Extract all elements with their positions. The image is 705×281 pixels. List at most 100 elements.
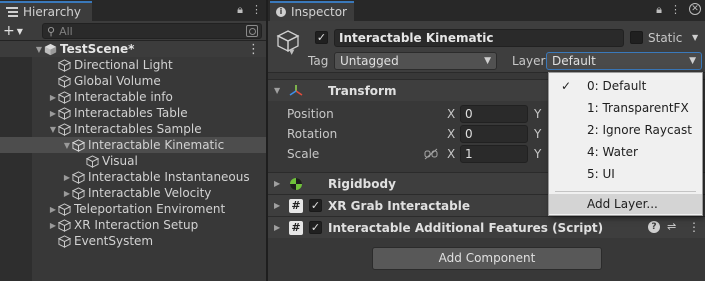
expand-arrow-icon[interactable]: ▼: [48, 125, 58, 134]
help-icon[interactable]: ?: [648, 221, 660, 233]
axis-y-label: Y: [534, 107, 542, 121]
hierarchy-tree: ▼ TestScene* ⋮ Directional Light Global …: [0, 41, 266, 249]
list-item[interactable]: Visual: [0, 153, 266, 169]
search-input[interactable]: ⚲ All: [42, 23, 262, 39]
chevron-down-icon: ▼: [484, 56, 491, 66]
create-button[interactable]: + ▼: [3, 23, 23, 39]
collapse-arrow-icon[interactable]: ▼: [274, 86, 280, 95]
active-checkbox[interactable]: ✓: [315, 31, 328, 44]
chevron-down-icon[interactable]: ▼: [289, 48, 294, 56]
hierarchy-list-icon: [6, 7, 18, 17]
layer-option-ignore-raycast[interactable]: 2: Ignore Raycast: [549, 120, 702, 140]
chevron-down-icon: ▼: [689, 56, 696, 66]
scene-kebab-icon[interactable]: ⋮: [247, 42, 260, 57]
gameobject-cube-icon: [86, 154, 99, 168]
chevron-down-icon: ▼: [16, 26, 23, 36]
search-by-type-icon[interactable]: [246, 25, 258, 37]
item-label: Global Volume: [74, 74, 161, 88]
expand-arrow-icon[interactable]: ▼: [62, 141, 72, 150]
list-item[interactable]: ▶ XR Interaction Setup: [0, 217, 266, 233]
close-icon[interactable]: ✕: [689, 3, 701, 15]
list-item[interactable]: ▼ Interactables Sample: [0, 121, 266, 137]
layer-option-ui[interactable]: 5: UI: [549, 164, 702, 184]
expand-arrow-icon[interactable]: ▶: [48, 109, 58, 118]
expand-arrow-icon[interactable]: ▶: [62, 189, 72, 198]
additional-features-header[interactable]: ▶ # ✓ Interactable Additional Features (…: [268, 216, 705, 238]
hierarchy-tab-label: Hierarchy: [23, 5, 82, 19]
unity-scene-icon: [44, 43, 57, 55]
add-layer-option[interactable]: Add Layer...: [549, 194, 702, 214]
plus-icon: +: [3, 23, 15, 39]
lock-icon[interactable]: 🔒︎: [237, 3, 243, 17]
gameobject-cube-icon: [72, 138, 85, 152]
layer-value: Default: [552, 54, 596, 68]
axis-x-label: X: [447, 107, 456, 121]
expand-arrow-icon[interactable]: ▶: [62, 173, 72, 182]
kebab-menu-icon[interactable]: ⋮: [688, 220, 700, 234]
position-x-field[interactable]: 0: [460, 105, 528, 123]
inspector-tab[interactable]: i Inspector: [270, 1, 354, 21]
expand-arrow-icon[interactable]: ▶: [274, 179, 280, 188]
layer-dropdown[interactable]: Default ▼: [546, 52, 702, 70]
static-checkbox[interactable]: [630, 31, 643, 44]
list-item-selected[interactable]: ▼ Interactable Kinematic: [0, 137, 266, 153]
layer-option-transparentfx[interactable]: 1: TransparentFX: [549, 98, 702, 118]
item-label: Interactables Sample: [74, 122, 202, 136]
expand-arrow-icon[interactable]: ▶: [48, 221, 58, 230]
transform-title: Transform: [328, 83, 397, 98]
static-dropdown-icon[interactable]: ▼: [692, 33, 698, 42]
item-label: EventSystem: [74, 234, 154, 248]
expand-arrow-icon[interactable]: ▶: [48, 93, 58, 102]
list-item[interactable]: EventSystem: [0, 233, 266, 249]
add-component-button[interactable]: Add Component: [372, 247, 602, 270]
gameobject-cube-icon: [58, 106, 71, 120]
hierarchy-tab-controls: 🔒︎ ⋮: [237, 3, 262, 17]
expand-arrow-icon[interactable]: ▶: [48, 205, 58, 214]
item-label: XR Interaction Setup: [74, 218, 199, 232]
component-enabled-checkbox[interactable]: ✓: [309, 199, 322, 212]
additional-features-title: Interactable Additional Features (Script…: [328, 220, 604, 235]
kebab-menu-icon[interactable]: ⋮: [251, 3, 262, 17]
transform-axes-icon: [289, 85, 303, 96]
list-item[interactable]: Global Volume: [0, 73, 266, 89]
item-label: Interactable Instantaneous: [88, 170, 250, 184]
kebab-menu-icon[interactable]: ⋮: [670, 3, 681, 17]
lock-icon[interactable]: 🔒︎: [656, 3, 662, 17]
layer-option-label: 5: UI: [587, 167, 615, 181]
list-item[interactable]: ▶ Interactable Instantaneous: [0, 169, 266, 185]
tag-dropdown[interactable]: Untagged ▼: [334, 52, 497, 70]
gameobject-cube-icon: [72, 170, 85, 184]
axis-x-label: X: [447, 147, 456, 161]
component-enabled-checkbox[interactable]: ✓: [309, 221, 322, 234]
inspector-tab-controls: 🔒︎ ⋮ ✕: [656, 3, 701, 17]
list-item[interactable]: ▶ Interactables Table: [0, 105, 266, 121]
list-item[interactable]: ▶ Teleportation Enviroment: [0, 201, 266, 217]
scene-row[interactable]: ▼ TestScene* ⋮: [0, 41, 266, 57]
tag-label: Tag: [308, 54, 329, 68]
list-item[interactable]: ▶ Interactable Velocity: [0, 185, 266, 201]
scale-x-field[interactable]: 1: [460, 145, 528, 163]
gameobject-cube-icon: [58, 202, 71, 216]
presets-icon[interactable]: ⇌: [667, 220, 676, 233]
constrain-proportions-icon[interactable]: [424, 148, 438, 160]
object-name-input[interactable]: Interactable Kinematic: [334, 29, 624, 47]
item-label: Interactable Kinematic: [88, 138, 225, 152]
list-item[interactable]: ▶ Interactable info: [0, 89, 266, 105]
gameobject-cube-icon: [58, 74, 71, 88]
gameobject-cube-icon: [58, 90, 71, 104]
expand-arrow-icon[interactable]: ▼: [34, 45, 44, 54]
list-item[interactable]: Directional Light: [0, 57, 266, 73]
rotation-x-field[interactable]: 0: [460, 125, 528, 143]
gameobject-large-icon: [276, 30, 300, 53]
hierarchy-toolbar: + ▼ ⚲ All: [0, 21, 266, 41]
xr-grab-title: XR Grab Interactable: [328, 198, 470, 213]
hierarchy-tab[interactable]: Hierarchy: [0, 1, 92, 21]
layer-option-default[interactable]: ✓ 0: Default: [549, 76, 702, 96]
hierarchy-panel: Hierarchy 🔒︎ ⋮ + ▼ ⚲ All ▼ TestScene* ⋮: [0, 0, 266, 281]
inspector-tab-strip: i Inspector 🔒︎ ⋮ ✕: [268, 0, 705, 21]
position-label: Position: [287, 107, 334, 121]
expand-arrow-icon[interactable]: ▶: [274, 201, 280, 210]
add-layer-label: Add Layer...: [587, 197, 658, 211]
layer-option-water[interactable]: 4: Water: [549, 142, 702, 162]
expand-arrow-icon[interactable]: ▶: [274, 223, 280, 232]
